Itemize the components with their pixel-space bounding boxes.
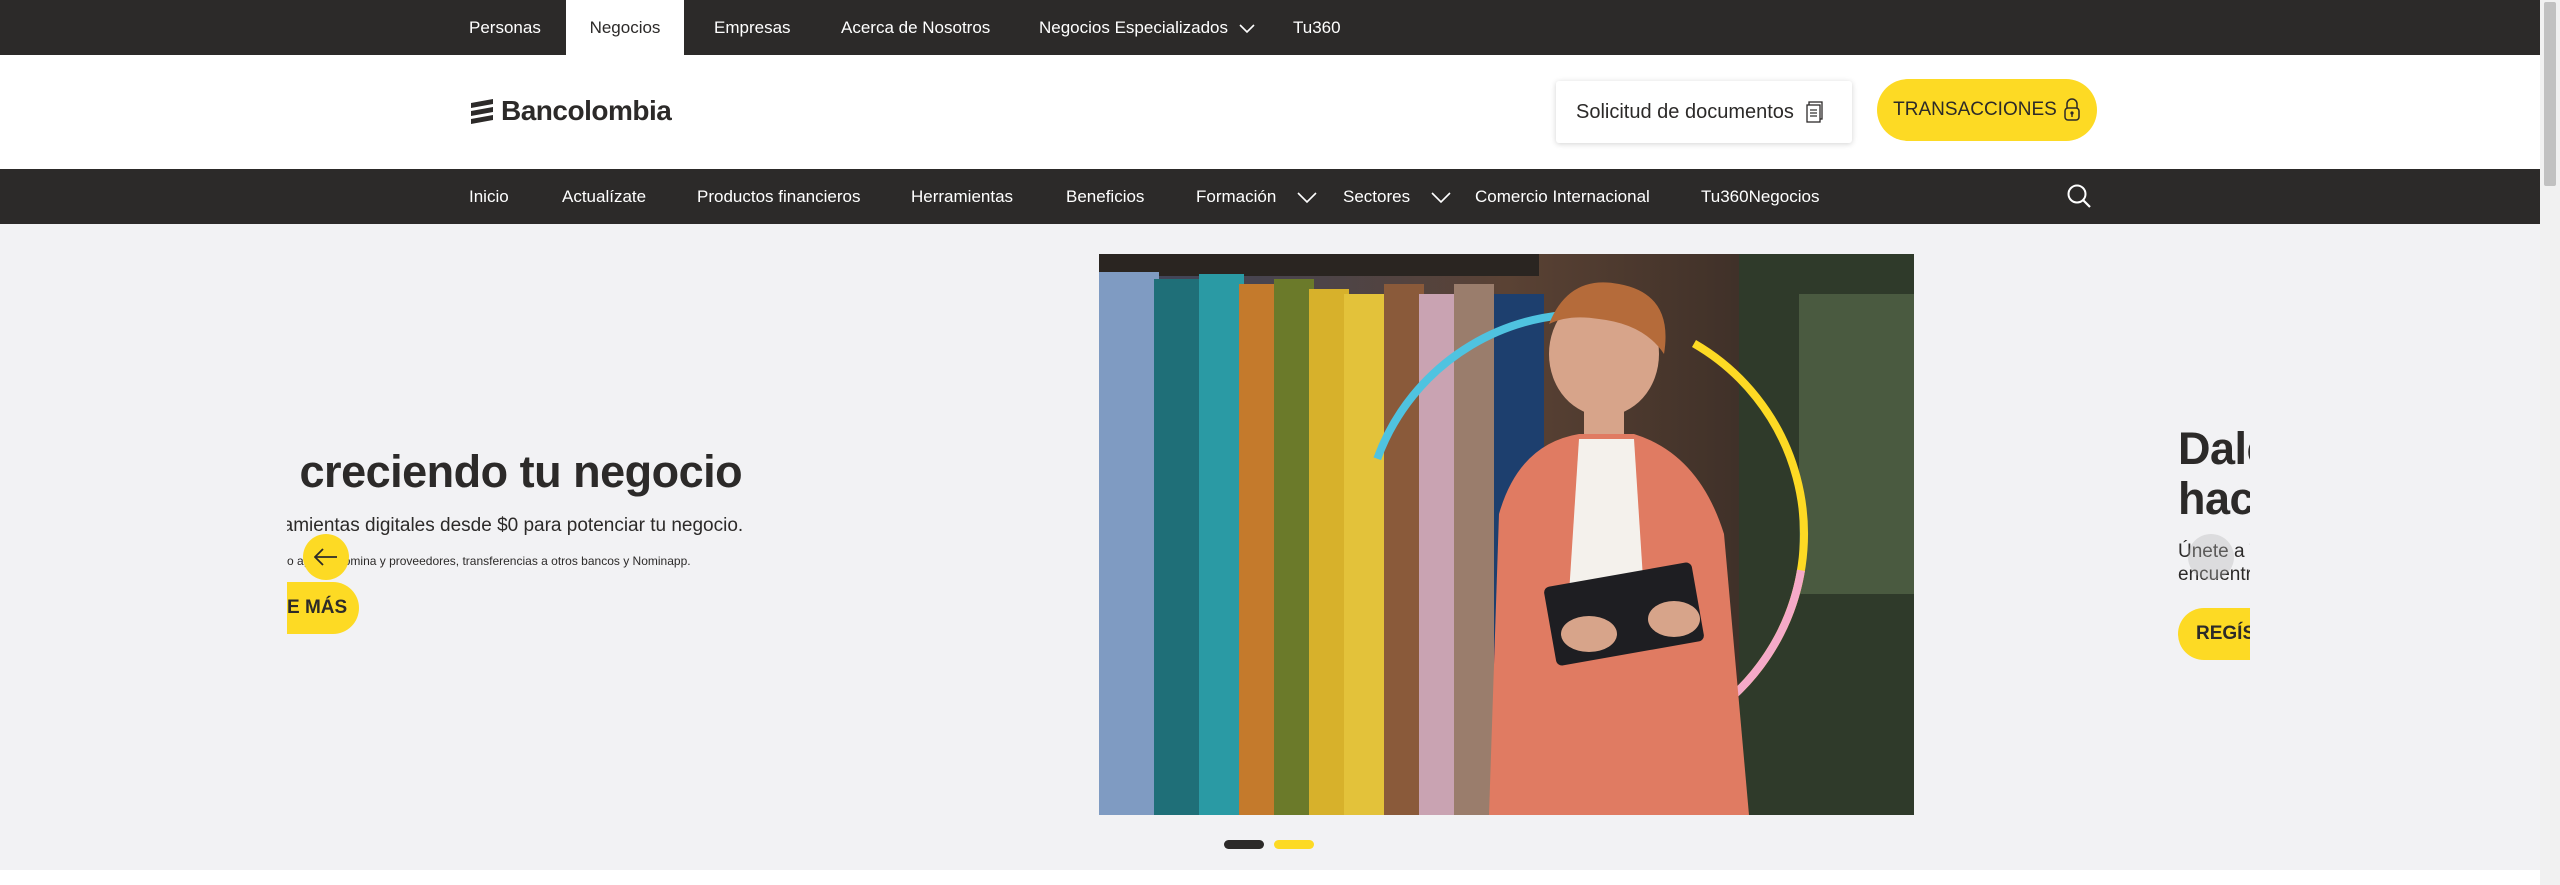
page-scrollbar[interactable]	[2540, 0, 2560, 885]
carousel-prev-button[interactable]	[303, 534, 349, 580]
hero-carousel: e creciendo tu negocio rramientas digita…	[0, 224, 2540, 870]
hero-image	[1099, 254, 1914, 815]
slide-cta-button[interactable]: E MÁS	[287, 582, 359, 634]
top-segment-bar: Personas Negocios Empresas Acerca de Nos…	[0, 0, 2540, 55]
chevron-down-icon	[1431, 191, 1451, 203]
nav-item-actualizate[interactable]: Actualízate	[562, 169, 646, 224]
nav-item-formacion[interactable]: Formación	[1196, 169, 1317, 224]
next-slide-title: Dale hac	[2178, 424, 2250, 524]
main-nav: Inicio Actualízate Productos financieros…	[0, 169, 2540, 224]
tab-negocios-especializados-label: Negocios Especializados	[1039, 18, 1228, 37]
chevron-down-icon	[1297, 191, 1317, 203]
scrollbar-thumb[interactable]	[2544, 2, 2556, 186]
documents-request-label: Solicitud de documentos	[1576, 100, 1794, 123]
nav-item-sectores-label: Sectores	[1343, 187, 1411, 206]
carousel-dot-1[interactable]	[1224, 840, 1264, 849]
documents-request-button[interactable]: Solicitud de documentos	[1556, 81, 1852, 143]
nav-item-tu360negocios[interactable]: Tu360Negocios	[1701, 169, 1819, 224]
nav-item-comercio-internacional[interactable]: Comercio Internacional	[1475, 169, 1650, 224]
next-slide-title-line1: Dale	[2178, 423, 2250, 474]
nav-item-productos-financieros[interactable]: Productos financieros	[697, 169, 860, 224]
slide-subtitle: rramientas digitales desde $0 para poten…	[287, 515, 744, 536]
content-below-fold	[0, 870, 2540, 885]
nav-item-inicio[interactable]: Inicio	[469, 169, 509, 224]
nav-item-beneficios[interactable]: Beneficios	[1066, 169, 1144, 224]
padlock-icon	[2063, 98, 2081, 122]
tab-negocios[interactable]: Negocios	[566, 0, 684, 55]
tab-tu360[interactable]: Tu360	[1293, 0, 1341, 55]
next-slide-title-line2: hac	[2178, 473, 2250, 524]
nav-item-sectores[interactable]: Sectores	[1343, 169, 1451, 224]
logo-text: Bancolombia	[501, 95, 672, 126]
tab-empresas[interactable]: Empresas	[714, 0, 791, 55]
search-icon[interactable]	[2066, 183, 2092, 214]
bancolombia-logo[interactable]: Bancolombia	[469, 93, 672, 129]
carousel-slide-previous: e creciendo tu negocio rramientas digita…	[287, 224, 887, 870]
tab-acerca-de-nosotros[interactable]: Acerca de Nosotros	[841, 0, 990, 55]
transactions-label: TRANSACCIONES	[1893, 99, 2057, 120]
nav-item-formacion-label: Formación	[1196, 187, 1277, 206]
transactions-button[interactable]: TRANSACCIONES	[1877, 79, 2097, 141]
next-slide-cta-button[interactable]: REGÍS	[2178, 608, 2250, 660]
nav-item-herramientas[interactable]: Herramientas	[911, 169, 1013, 224]
site-header: Bancolombia Solicitud de documentos TRAN…	[0, 55, 2540, 169]
document-icon	[1806, 101, 1824, 123]
bancolombia-logo-icon	[471, 99, 493, 124]
slide-title: e creciendo tu negocio	[287, 446, 743, 497]
carousel-next-button[interactable]	[2188, 534, 2234, 580]
arrow-left-icon	[314, 548, 337, 566]
tab-personas[interactable]: Personas	[469, 0, 541, 55]
chevron-down-icon	[1239, 23, 1255, 33]
tab-negocios-especializados[interactable]: Negocios Especializados	[1039, 0, 1255, 55]
carousel-dot-2[interactable]	[1274, 840, 1314, 849]
carousel-pagination	[1224, 840, 1314, 849]
